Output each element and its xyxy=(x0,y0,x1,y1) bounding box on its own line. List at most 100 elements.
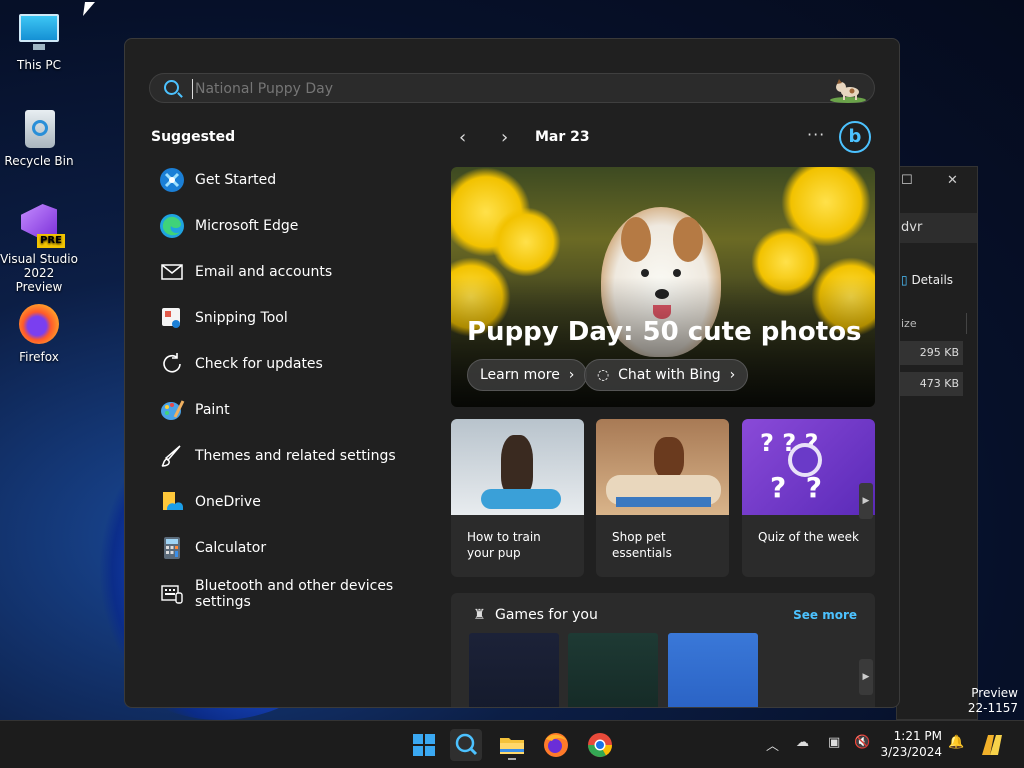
background-explorer-window[interactable]: ☐ ✕ dvr ▯ Details ize 295 KB 473 KB xyxy=(896,166,978,720)
card-image: ? ? ? ? ? xyxy=(742,419,875,515)
bing-icon[interactable]: b xyxy=(839,121,871,153)
details-button[interactable]: ▯ Details xyxy=(901,273,953,287)
get-started-icon xyxy=(160,168,184,192)
suggested-item-label: Themes and related settings xyxy=(195,448,396,464)
highlights-nav: ‹ › Mar 23 ··· b xyxy=(451,121,875,153)
chess-piece-icon: ♜ xyxy=(473,607,486,623)
chevron-right-icon[interactable]: › xyxy=(501,127,508,148)
games-scroll-right-icon[interactable]: ▶ xyxy=(859,659,873,695)
game-tile[interactable] xyxy=(469,633,559,707)
suggested-item-onedrive[interactable]: OneDrive xyxy=(151,479,441,525)
mouse-cursor xyxy=(83,2,95,16)
recycle-bin-icon xyxy=(17,106,61,150)
refresh-icon xyxy=(163,353,181,373)
calculator-icon xyxy=(164,537,180,559)
chat-bubble-icon: ◌ xyxy=(597,367,614,383)
desktop-icon-label: This PC xyxy=(17,58,61,72)
build-watermark: Preview 22-1157 xyxy=(968,686,1018,716)
suggested-item-snipping-tool[interactable]: Snipping Tool xyxy=(151,295,441,341)
chat-with-bing-button[interactable]: ◌ Chat with Bing › xyxy=(584,359,749,391)
suggested-item-label: Get Started xyxy=(195,172,277,188)
learn-more-button[interactable]: Learn more › xyxy=(467,359,588,391)
mail-icon xyxy=(161,264,183,280)
maximize-icon[interactable]: ☐ xyxy=(901,173,913,188)
more-options-icon[interactable]: ··· xyxy=(807,125,825,144)
card-caption: Quiz of the week xyxy=(758,530,859,544)
suggested-item-themes[interactable]: Themes and related settings xyxy=(151,433,441,479)
daffodil-decoration xyxy=(491,207,561,277)
clock-date: 3/23/2024 xyxy=(880,745,942,759)
learn-more-label: Learn more xyxy=(480,367,560,383)
chevron-right-icon: › xyxy=(564,367,575,383)
taskbar-search-button[interactable] xyxy=(450,729,482,761)
suggested-item-microsoft-edge[interactable]: Microsoft Edge xyxy=(151,203,441,249)
snipping-tool-icon xyxy=(162,308,180,328)
suggested-heading: Suggested xyxy=(151,129,236,145)
firefox-icon[interactable] xyxy=(540,729,572,761)
details-icon: ▯ xyxy=(901,273,908,287)
start-windows-icon[interactable] xyxy=(408,729,440,761)
address-bar[interactable]: dvr xyxy=(897,213,977,243)
search-box[interactable] xyxy=(149,73,875,103)
devices-icon xyxy=(161,585,183,604)
copilot-preview-icon[interactable] xyxy=(978,731,1006,759)
suggested-item-label: Calculator xyxy=(195,540,267,556)
file-size-cell: 473 KB xyxy=(897,372,963,396)
see-more-link[interactable]: See more xyxy=(793,608,857,622)
suggested-item-label: Snipping Tool xyxy=(195,310,288,326)
volume-muted-icon[interactable]: 🔇 xyxy=(854,735,870,750)
taskbar-clock[interactable]: 1:21 PM 3/23/2024 xyxy=(880,728,942,760)
cloud-off-icon[interactable]: ☁ xyxy=(796,735,809,750)
suggested-item-paint[interactable]: Paint xyxy=(151,387,441,433)
card-image xyxy=(596,419,729,515)
suggested-item-get-started[interactable]: Get Started xyxy=(151,157,441,203)
suggested-list: Get Started Microsoft Edge Email and acc… xyxy=(151,157,441,617)
chrome-icon[interactable] xyxy=(584,729,616,761)
highlight-date: Mar 23 xyxy=(535,129,590,145)
paint-icon xyxy=(161,400,185,420)
card-quiz[interactable]: ? ? ? ? ? Quiz of the week xyxy=(742,419,875,577)
puppy-doodle-icon xyxy=(830,79,866,103)
chevron-up-icon[interactable]: ︿ xyxy=(766,735,779,754)
desktop-icon-firefox[interactable]: Firefox xyxy=(0,302,78,364)
game-tile[interactable] xyxy=(668,633,758,707)
suggested-item-bluetooth[interactable]: Bluetooth and other devices settings xyxy=(151,571,441,617)
build-line: Preview xyxy=(971,686,1018,700)
suggested-item-calculator[interactable]: Calculator xyxy=(151,525,441,571)
suggested-item-label: Bluetooth and other devices settings xyxy=(195,578,394,610)
hero-title[interactable]: Puppy Day: 50 cute photos xyxy=(467,317,862,347)
desktop-icon-this-pc[interactable]: This PC xyxy=(0,10,78,72)
game-tile[interactable] xyxy=(568,633,658,707)
card-image xyxy=(451,419,584,515)
card-shop-pet[interactable]: Shop pet essentials xyxy=(596,419,729,577)
search-flyout: Suggested Get Started Microsoft Edge Ema… xyxy=(124,38,900,708)
highlight-cards: How to train your pup Shop pet essential… xyxy=(451,419,875,579)
notification-bell-icon[interactable]: 🔔 xyxy=(948,735,964,750)
chat-with-bing-label: Chat with Bing xyxy=(618,367,721,383)
desktop-icon-recycle-bin[interactable]: Recycle Bin xyxy=(0,106,78,168)
cards-scroll-right-icon[interactable]: ▶ xyxy=(859,483,873,519)
card-train-pup[interactable]: How to train your pup xyxy=(451,419,584,577)
desktop-icon-label: Recycle Bin xyxy=(4,154,74,168)
search-input[interactable] xyxy=(192,79,792,99)
monitor-icon xyxy=(17,10,61,54)
chevron-left-icon[interactable]: ‹ xyxy=(459,127,466,148)
brush-icon xyxy=(161,445,181,467)
file-explorer-icon[interactable] xyxy=(496,729,528,761)
suggested-item-label: OneDrive xyxy=(195,494,261,510)
suggested-item-label: Paint xyxy=(195,402,230,418)
network-icon[interactable]: ▣ xyxy=(828,735,840,750)
clock-time: 1:21 PM xyxy=(893,729,942,743)
desktop-icon-visual-studio[interactable]: PRE Visual Studio 2022 Preview xyxy=(0,204,78,294)
preview-badge: PRE xyxy=(37,234,65,248)
size-column-header[interactable]: ize xyxy=(897,313,967,334)
close-icon[interactable]: ✕ xyxy=(947,173,958,188)
games-heading: Games for you xyxy=(495,607,598,623)
suggested-item-check-updates[interactable]: Check for updates xyxy=(151,341,441,387)
hero-card[interactable]: Puppy Day: 50 cute photos Learn more › ◌… xyxy=(451,167,875,407)
suggested-item-label: Email and accounts xyxy=(195,264,333,280)
card-caption: How to train your pup xyxy=(467,530,541,560)
games-section: ♜ Games for you See more ▶ xyxy=(451,593,875,707)
suggested-item-email-accounts[interactable]: Email and accounts xyxy=(151,249,441,295)
file-size-cell: 295 KB xyxy=(897,341,963,365)
